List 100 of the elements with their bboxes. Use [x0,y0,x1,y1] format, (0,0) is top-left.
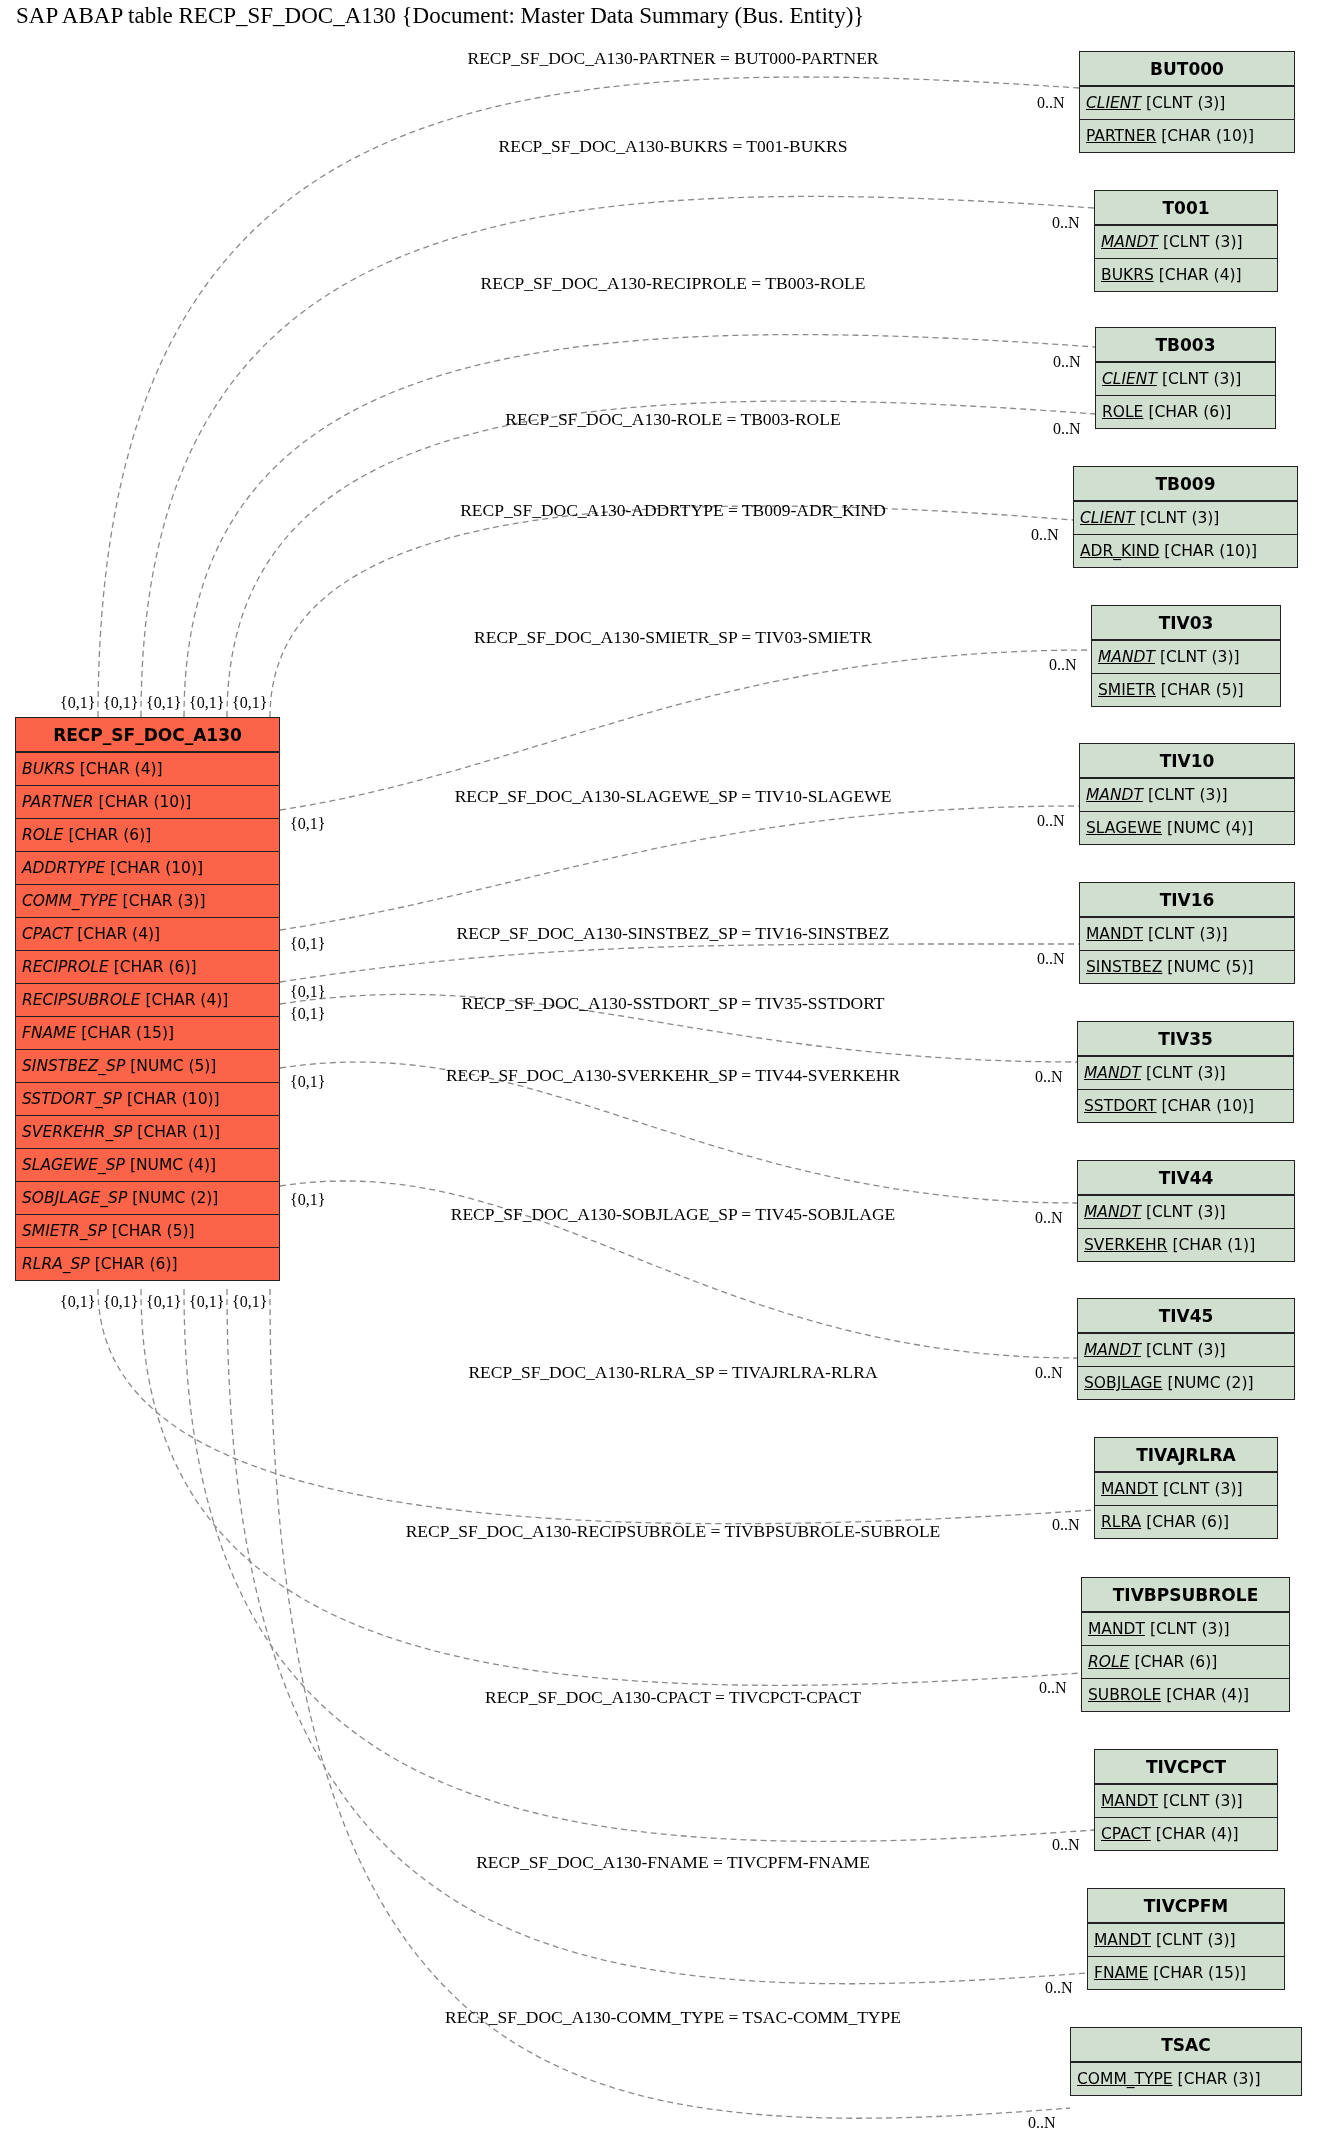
cardinality-label: 0..N [1035,1364,1063,1382]
relation-label: RECP_SF_DOC_A130-COMM_TYPE = TSAC-COMM_TYPE [445,2007,901,2028]
field-name: MANDT [1088,1620,1145,1638]
cardinality-label: {0,1} [103,694,139,712]
field-name: CPACT [1101,1825,1151,1843]
table-header: TIVAJRLRA [1095,1438,1277,1472]
relation-label: RECP_SF_DOC_A130-SLAGEWE_SP = TIV10-SLAGEWE [454,786,892,807]
field-type: [NUMC (5)] [130,1057,217,1075]
field-type: [CHAR (15)] [81,1024,174,1042]
relation-label: RECP_SF_DOC_A130-SINSTBEZ_SP = TIV16-SINSTBEZ [456,923,890,944]
field-name: SOBJLAGE_SP [22,1189,128,1207]
cardinality-label: 0..N [1037,950,1065,968]
field-type: [CHAR (6)] [94,1255,178,1273]
cardinality-label: 0..N [1053,353,1081,371]
cardinality-label: 0..N [1035,1068,1063,1086]
field-type: [CLNT (3)] [1146,1203,1226,1221]
field-type: [CHAR (10)] [110,859,204,877]
cardinality-label: {0,1} [60,1293,96,1311]
table-header: T001 [1095,191,1277,225]
field-name: MANDT [1084,1341,1141,1359]
table-header: TIV16 [1080,883,1294,917]
cardinality-label: {0,1} [290,1073,326,1091]
field-name: SMIETR [1098,681,1156,699]
relation-label: RECP_SF_DOC_A130-FNAME = TIVCPFM-FNAME [476,1852,870,1873]
table-header: RECP_SF_DOC_A130 [16,718,279,752]
cardinality-label: 0..N [1028,2114,1056,2132]
field-name: SUBROLE [1088,1686,1162,1704]
field-type: [CHAR (6)] [68,826,152,844]
field-name: COMM_TYPE [1077,2070,1173,2088]
table-header: BUT000 [1080,52,1294,86]
table-header: TIV35 [1078,1022,1293,1056]
field-name: MANDT [1084,1064,1141,1082]
field-type: [CLNT (3)] [1148,786,1228,804]
field-name: ROLE [1102,403,1144,421]
field-name: RLRA [1101,1513,1142,1531]
field-name: MANDT [1086,925,1143,943]
field-type: [CHAR (5)] [111,1222,195,1240]
relation-label: RECP_SF_DOC_A130-RECIPSUBROLE = TIVBPSUBROLE-SUBROLE [405,1521,941,1542]
field-type: [CHAR (4)] [79,760,163,778]
field-type: [CLNT (3)] [1145,94,1226,112]
field-type: [CHAR (10)] [1161,127,1254,145]
relation-label: RECP_SF_DOC_A130-RECIPROLE = TB003-ROLE [480,273,866,294]
field-name: CPACT [22,925,73,943]
cardinality-label: {0,1} [146,1293,182,1311]
cardinality-label: 0..N [1037,812,1065,830]
field-type: [CHAR (6)] [113,958,197,976]
field-name: MANDT [1084,1203,1141,1221]
field-name: SMIETR_SP [22,1222,107,1240]
field-type: [CHAR (5)] [1160,681,1244,699]
field-type: [CLNT (3)] [1161,370,1242,388]
table-header: TB009 [1074,467,1297,501]
field-type: [CHAR (3)] [122,892,206,910]
field-name: SVERKEHR [1084,1236,1168,1254]
field-name: RECIPSUBROLE [22,991,141,1009]
field-name: ADDRTYPE [22,859,106,877]
relation-label: RECP_SF_DOC_A130-SOBJLAGE_SP = TIV45-SOBJLAGE [450,1204,896,1225]
table-header: TIV03 [1092,606,1280,640]
cardinality-label: 0..N [1035,1209,1063,1227]
field-name: FNAME [1094,1964,1149,1982]
relation-label: RECP_SF_DOC_A130-BUKRS = T001-BUKRS [498,136,848,157]
cardinality-label: 0..N [1039,1679,1067,1697]
field-type: [CHAR (3)] [1177,2070,1261,2088]
field-name: MANDT [1086,786,1143,804]
cardinality-label: {0,1} [290,1005,326,1023]
field-name: ADR_KIND [1080,542,1160,560]
table-header: TIVBPSUBROLE [1082,1578,1289,1612]
field-type: [CLNT (3)] [1160,648,1240,666]
field-type: [CHAR (1)] [1172,1236,1256,1254]
field-type: [CLNT (3)] [1163,1480,1243,1498]
table-header: TIVCPFM [1088,1889,1284,1923]
relation-label: RECP_SF_DOC_A130-ADDRTYPE = TB009-ADR_KIND [460,500,886,521]
cardinality-label: 0..N [1045,1979,1073,1997]
relation-label: RECP_SF_DOC_A130-ROLE = TB003-ROLE [505,409,841,430]
cardinality-label: 0..N [1052,1836,1080,1854]
field-name: FNAME [22,1024,77,1042]
field-type: [NUMC (4)] [129,1156,217,1174]
cardinality-label: {0,1} [232,1293,268,1311]
diagram-title: SAP ABAP table RECP_SF_DOC_A130 {Document: Master Data Summary (Bus. Entity)} [16,3,865,29]
field-type: [CHAR (4)] [145,991,229,1009]
table-header: TSAC [1071,2028,1301,2062]
field-type: [NUMC (5)] [1167,958,1254,976]
cardinality-label: {0,1} [290,935,326,953]
cardinality-label: {0,1} [290,1191,326,1209]
field-name: SINSTBEZ_SP [22,1057,126,1075]
field-type: [CHAR (10)] [1164,542,1258,560]
field-type: [NUMC (4)] [1167,819,1254,837]
field-type: [CLNT (3)] [1150,1620,1230,1638]
cardinality-label: 0..N [1053,420,1081,438]
cardinality-label: {0,1} [290,815,326,833]
field-name: RLRA_SP [22,1255,90,1273]
field-name: SINSTBEZ [1086,958,1163,976]
field-type: [CHAR (4)] [1158,266,1242,284]
cardinality-label: {0,1} [290,983,326,1001]
field-name: RECIPROLE [22,958,109,976]
cardinality-label: 0..N [1052,1516,1080,1534]
cardinality-label: 0..N [1031,526,1059,544]
field-type: [CHAR (1)] [137,1123,221,1141]
field-name: ROLE [1088,1653,1130,1671]
field-type: [CHAR (6)] [1134,1653,1218,1671]
cardinality-label: {0,1} [189,694,225,712]
